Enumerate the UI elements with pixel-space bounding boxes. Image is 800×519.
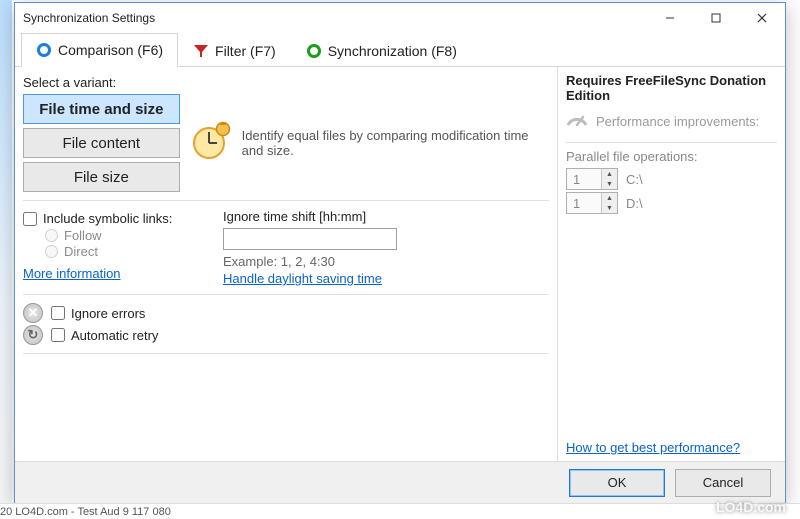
automatic-retry-input[interactable] [51, 328, 65, 342]
parallel-spinner-c[interactable]: 1 ▲ ▼ [566, 168, 618, 190]
error-x-icon: ✕ [23, 303, 43, 323]
time-shift-options: Ignore time shift [hh:mm] Example: 1, 2,… [223, 209, 397, 286]
chevron-down-icon[interactable]: ▼ [602, 203, 617, 213]
parallel-row: 1 ▲ ▼ C:\ [566, 168, 777, 190]
clock-icon [190, 121, 232, 166]
tab-label: Comparison (F6) [58, 42, 163, 58]
chevron-down-icon[interactable]: ▼ [602, 179, 617, 189]
variant-time-size[interactable]: File time and size [23, 94, 180, 124]
left-pane: Select a variant: File time and size Fil… [15, 67, 557, 461]
symlink-direct-input[interactable] [45, 245, 58, 258]
include-symlinks-checkbox[interactable]: Include symbolic links: [23, 211, 207, 226]
right-pane: Requires FreeFileSync Donation Edition P… [557, 67, 785, 461]
tab-synchronization[interactable]: Synchronization (F8) [291, 33, 472, 67]
automatic-retry-label: Automatic retry [71, 328, 158, 343]
ok-button[interactable]: OK [569, 469, 665, 497]
time-shift-input[interactable] [223, 228, 397, 250]
variant-description: Identify equal files by comparing modifi… [190, 121, 549, 166]
chevron-up-icon[interactable]: ▲ [602, 193, 617, 203]
close-button[interactable] [739, 3, 785, 33]
dialog-body: Select a variant: File time and size Fil… [15, 67, 785, 461]
ignore-errors-checkbox[interactable]: Ignore errors [51, 306, 145, 321]
parallel-row-drive: C:\ [626, 172, 643, 187]
window-controls [647, 3, 785, 33]
chevron-up-icon[interactable]: ▲ [602, 169, 617, 179]
ignore-errors-input[interactable] [51, 306, 65, 320]
retry-arrow-icon: ↻ [23, 325, 43, 345]
funnel-icon [193, 43, 209, 59]
variant-content[interactable]: File content [23, 128, 180, 158]
time-shift-example: Example: 1, 2, 4:30 [223, 254, 397, 269]
titlebar: Synchronization Settings [15, 3, 785, 33]
tab-filter[interactable]: Filter (F7) [178, 33, 291, 67]
window-title: Synchronization Settings [23, 11, 155, 25]
settings-dialog: Synchronization Settings Comparison (F6 [14, 2, 786, 504]
performance-title: Performance improvements: [596, 114, 759, 129]
variant-description-text: Identify equal files by comparing modifi… [242, 128, 549, 158]
symlink-follow-radio[interactable]: Follow [45, 228, 207, 243]
include-symlinks-label: Include symbolic links: [43, 211, 172, 226]
dst-link[interactable]: Handle daylight saving time [223, 271, 382, 286]
tab-label: Filter (F7) [215, 43, 276, 59]
parallel-row: 1 ▲ ▼ D:\ [566, 192, 777, 214]
parallel-spinner-d-value: 1 [567, 193, 601, 213]
parallel-spinner-c-value: 1 [567, 169, 601, 189]
include-symlinks-input[interactable] [23, 212, 37, 226]
symlink-direct-radio[interactable]: Direct [45, 244, 207, 259]
maximize-button[interactable] [693, 3, 739, 33]
tabs: Comparison (F6) Filter (F7) Synchronizat… [15, 33, 785, 67]
tab-comparison[interactable]: Comparison (F6) [21, 33, 178, 67]
background-strip: 20 LO4D.com - Test Aud 9 117 080 [0, 503, 800, 519]
variant-buttons: File time and size File content File siz… [23, 94, 180, 192]
best-performance-link[interactable]: How to get best performance? [566, 440, 740, 455]
parallel-row-drive: D:\ [626, 196, 643, 211]
gear-blue-icon [36, 42, 52, 58]
tab-label: Synchronization (F8) [328, 43, 457, 59]
minimize-button[interactable] [647, 3, 693, 33]
symlink-options: Include symbolic links: Follow Direct [23, 209, 207, 281]
dialog-buttons: OK Cancel [15, 461, 785, 503]
symlink-follow-label: Follow [64, 228, 102, 243]
automatic-retry-checkbox[interactable]: Automatic retry [51, 328, 158, 343]
ignore-errors-label: Ignore errors [71, 306, 145, 321]
symlink-direct-label: Direct [64, 244, 98, 259]
time-shift-label: Ignore time shift [hh:mm] [223, 209, 397, 224]
cancel-button[interactable]: Cancel [675, 469, 771, 497]
donation-edition-label: Requires FreeFileSync Donation Edition [566, 73, 777, 105]
parallel-spinner-d[interactable]: 1 ▲ ▼ [566, 192, 618, 214]
select-variant-label: Select a variant: [23, 73, 549, 94]
gear-green-icon [306, 43, 322, 59]
symlink-follow-input[interactable] [45, 229, 58, 242]
gauge-icon [566, 109, 588, 134]
more-information-link[interactable]: More information [23, 266, 121, 281]
parallel-ops-label: Parallel file operations: [566, 149, 777, 164]
variant-size[interactable]: File size [23, 162, 180, 192]
